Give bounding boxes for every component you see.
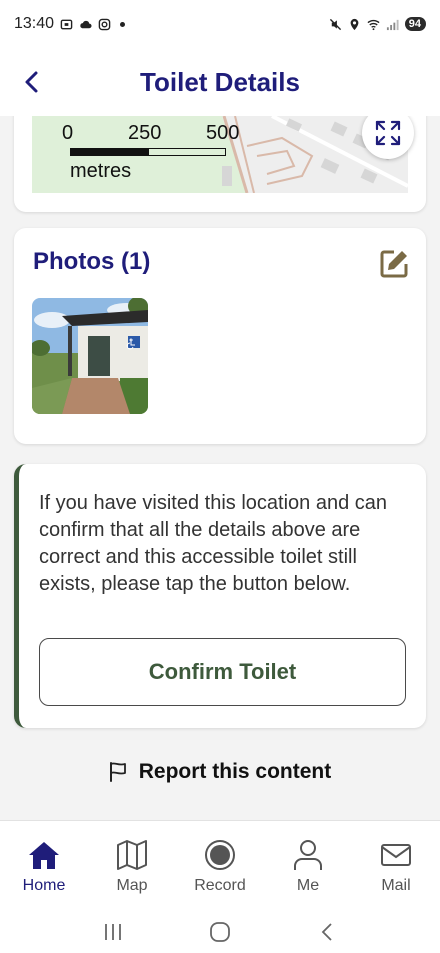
map-icon: [117, 840, 147, 870]
back-system-button[interactable]: [307, 917, 347, 947]
nav-home-label: Home: [22, 877, 66, 894]
confirm-toilet-button[interactable]: Confirm Toilet: [39, 638, 406, 706]
record-icon: [205, 840, 235, 870]
status-right: 94: [329, 17, 426, 31]
nav-mail[interactable]: Mail: [352, 821, 440, 909]
home-circle-icon: [210, 921, 230, 942]
nav-record-label: Record: [194, 877, 246, 894]
nav-me-label: Me: [296, 877, 320, 894]
notification-dot-icon: [120, 21, 126, 27]
expand-icon: [375, 120, 401, 146]
scale-label-500: 500: [206, 122, 240, 144]
back-chevron-icon: [321, 922, 332, 941]
home-icon: [29, 842, 59, 869]
scale-unit: metres: [70, 160, 132, 182]
nav-record[interactable]: Record: [176, 821, 264, 909]
instagram-icon: [98, 18, 111, 30]
report-content-link[interactable]: Report this content: [0, 760, 440, 784]
back-button[interactable]: [18, 68, 44, 96]
app-header: Toilet Details: [0, 48, 440, 116]
battery-icon: 94: [404, 17, 426, 31]
nav-mail-label: Mail: [381, 877, 411, 894]
scroll-content[interactable]: 0 250 500 metres Photos (1) If you have …: [0, 116, 440, 820]
nav-map[interactable]: Map: [88, 821, 176, 909]
flag-icon: [109, 762, 126, 782]
confirm-description: If you have visited this location and ca…: [39, 492, 387, 595]
toilet-photo-thumbnail[interactable]: [32, 298, 148, 414]
system-navigation: [0, 909, 440, 953]
nav-me[interactable]: Me: [264, 821, 352, 909]
nav-items: Home Map Record Me Mail: [0, 821, 440, 909]
scale-bar: [70, 148, 226, 156]
recent-apps-icon: [105, 923, 122, 940]
home-system-button[interactable]: [200, 917, 240, 947]
mail-icon: [381, 844, 411, 866]
back-arrow-icon: [25, 71, 38, 93]
toilet-photo: [32, 298, 148, 414]
nav-home[interactable]: Home: [0, 821, 88, 909]
bottom-navigation: Home Map Record Me Mail: [0, 820, 440, 953]
photos-card: Photos (1): [14, 228, 426, 444]
photos-title: Photos (1): [33, 248, 151, 275]
status-time: 13:40: [14, 15, 55, 32]
edit-photos-button[interactable]: [378, 248, 410, 280]
nav-map-label: Map: [116, 877, 148, 894]
edit-icon: [380, 250, 408, 278]
status-bar: 13:40 94: [0, 0, 440, 48]
status-left: 13:40: [14, 15, 126, 33]
map-view[interactable]: 0 250 500 metres: [32, 116, 408, 193]
mute-icon: [329, 18, 341, 30]
cloud-icon: [80, 20, 92, 28]
signal-icon: [386, 19, 399, 30]
person-icon: [294, 840, 322, 870]
screenshot-icon: [60, 19, 73, 29]
report-content-label: Report this content: [138, 760, 332, 783]
wifi-icon: [367, 19, 380, 30]
scale-label-250: 250: [128, 122, 162, 144]
scale-label-0: 0: [62, 122, 74, 144]
page-title: Toilet Details: [140, 66, 300, 97]
confirm-card: If you have visited this location and ca…: [14, 464, 426, 728]
recent-apps-button[interactable]: [93, 917, 133, 947]
map-card: 0 250 500 metres: [14, 116, 426, 212]
location-icon: [350, 18, 359, 30]
